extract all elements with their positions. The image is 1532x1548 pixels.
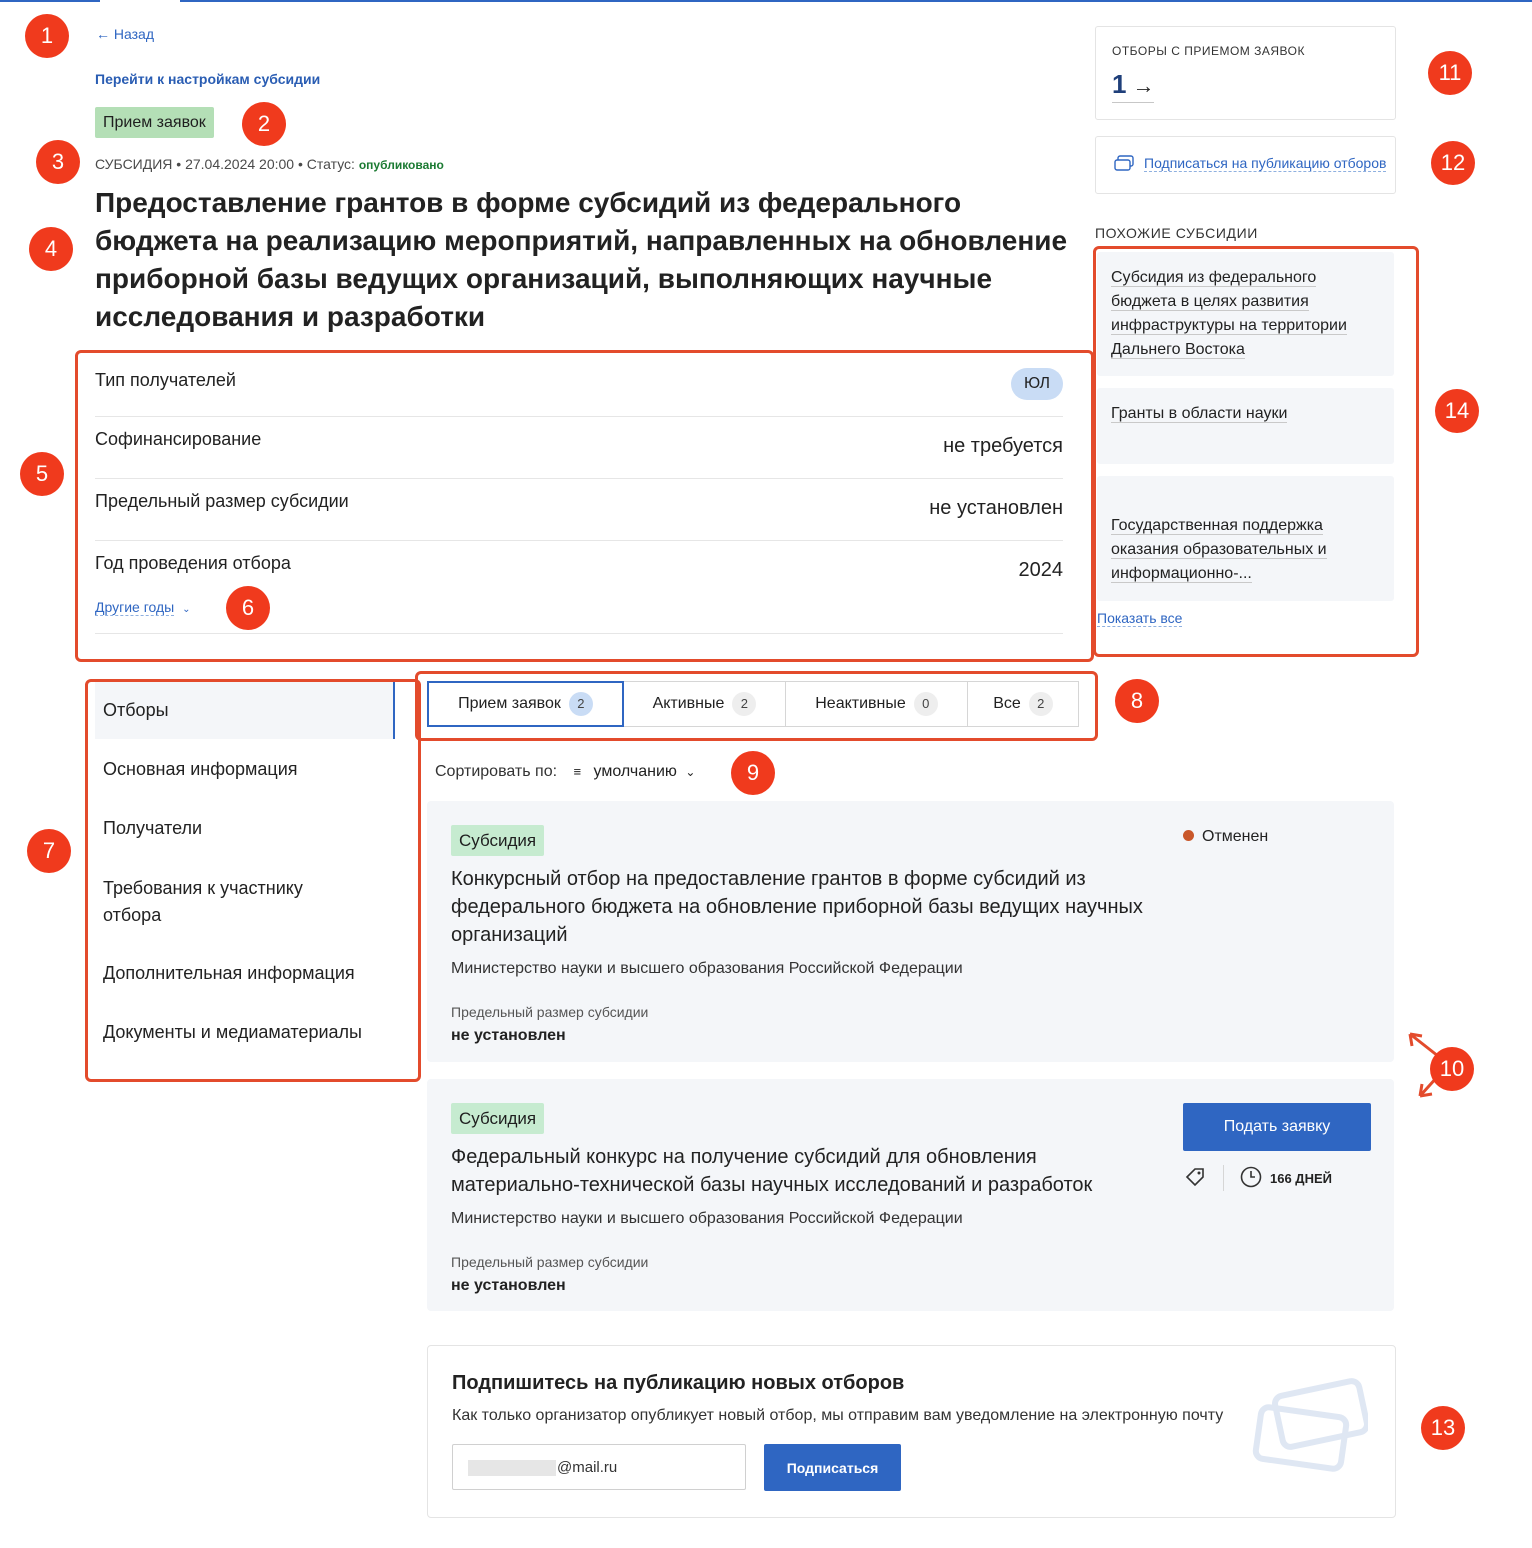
days-remaining: 166 ДНЕЙ <box>1270 1170 1332 1186</box>
subscribe-selections-link[interactable]: Подписаться на публикацию отборов <box>1144 155 1387 172</box>
top-border <box>0 0 1532 2</box>
tab-count: 2 <box>568 692 593 716</box>
selections-counter-label: ОТБОРЫ С ПРИЕМОМ ЗАЯВОК <box>1112 44 1305 58</box>
annotation-marker: 4 <box>29 227 73 271</box>
subscribe-description: Как только организатор опубликует новый … <box>452 1407 1224 1424</box>
status-badge: Прием заявок <box>95 107 214 138</box>
tab-accepting[interactable]: Прием заявок 2 <box>427 681 624 727</box>
sort-lines-icon: ≡ <box>573 764 582 779</box>
similar-subsidies-heading: ПОХОЖИЕ СУБСИДИИ <box>1095 225 1258 241</box>
clock-icon <box>1240 1166 1262 1191</box>
card-type-badge: Субсидия <box>451 1103 545 1134</box>
selection-card[interactable]: Субсидия Конкурсный отбор на предоставле… <box>427 801 1394 1062</box>
card-title[interactable]: Федеральный конкурс на получение субсиди… <box>451 1143 1151 1199</box>
selections-count: 1 <box>1112 69 1127 99</box>
annotation-marker: 11 <box>1428 51 1472 95</box>
selection-card[interactable]: Субсидия Федеральный конкурс на получени… <box>427 1079 1394 1311</box>
top-border-gap <box>100 0 180 3</box>
back-link[interactable]: ← Назад <box>96 26 154 42</box>
card-organization: Министерство науки и высшего образования… <box>451 960 963 977</box>
annotation-marker: 1 <box>25 14 69 58</box>
cards-icon <box>1114 155 1134 171</box>
sort-value: умолчанию <box>593 763 677 780</box>
subsidy-settings-link[interactable]: Перейти к настройкам субсидии <box>95 71 320 87</box>
card-limit-label: Предельный размер субсидии <box>451 1254 649 1270</box>
annotation-marker: 2 <box>242 102 286 146</box>
annotation-marker: 13 <box>1421 1406 1465 1450</box>
back-label: Назад <box>113 26 155 42</box>
card-limit-label: Предельный размер субсидии <box>451 1004 649 1020</box>
chevron-down-icon: ⌄ <box>685 765 696 779</box>
subsidy-meta: СУБСИДИЯ • 27.04.2024 20:00 • Статус: оп… <box>95 156 444 172</box>
annotation-marker: 7 <box>27 829 71 873</box>
email-redacted <box>468 1460 556 1476</box>
divider <box>1223 1165 1224 1191</box>
arrow-left-icon: ← <box>96 26 110 42</box>
page-title: Предоставление грантов в форме субсидий … <box>95 187 1068 332</box>
subscribe-selections-box[interactable]: Подписаться на публикацию отборов <box>1095 136 1396 194</box>
selections-counter-value[interactable]: 1 → <box>1112 69 1155 103</box>
card-type-badge: Субсидия <box>451 825 545 856</box>
sort-dropdown[interactable]: ≡ умолчанию ⌄ <box>574 763 696 780</box>
annotation-marker: 6 <box>226 586 270 630</box>
subscribe-panel: Подпишитесь на публикацию новых отборов … <box>427 1345 1396 1518</box>
selections-counter[interactable]: ОТБОРЫ С ПРИЕМОМ ЗАЯВОК 1 → <box>1095 26 1396 120</box>
annotation-marker: 14 <box>1435 389 1479 433</box>
subscribe-button[interactable]: Подписаться <box>764 1444 901 1491</box>
card-organization: Министерство науки и высшего образования… <box>451 1210 963 1227</box>
annotation-marker: 3 <box>36 140 80 184</box>
sort-control: Сортировать по: ≡ умолчанию ⌄ <box>435 763 695 781</box>
annotation-marker: 12 <box>1431 141 1475 185</box>
meta-datetime: 27.04.2024 20:00 <box>185 156 295 172</box>
card-status-label: Отменен <box>1202 828 1269 845</box>
meta-type: СУБСИДИЯ <box>95 156 173 172</box>
card-limit-value: не установлен <box>451 1027 566 1044</box>
annotation-box-similar <box>1093 246 1419 657</box>
annotation-marker: 5 <box>20 452 64 496</box>
cards-illustration-icon <box>1252 1378 1368 1472</box>
tab-label: Прием заявок <box>458 695 561 712</box>
subscribe-title: Подпишитесь на публикацию новых отборов <box>452 1372 905 1394</box>
card-meta-icons: 166 ДНЕЙ <box>1183 1163 1332 1193</box>
status-dot-icon <box>1183 830 1194 841</box>
annotation-box-nav <box>85 679 421 1082</box>
meta-status-label: Статус: <box>306 156 355 172</box>
annotation-marker: 9 <box>731 751 775 795</box>
apply-button[interactable]: Подать заявку <box>1183 1103 1371 1151</box>
card-title[interactable]: Конкурсный отбор на предоставление грант… <box>451 865 1151 949</box>
card-limit-value: не установлен <box>451 1277 566 1294</box>
annotation-marker: 10 <box>1430 1047 1474 1091</box>
card-status: Отменен <box>1183 828 1268 846</box>
annotation-marker: 8 <box>1115 679 1159 723</box>
tag-icon[interactable] <box>1183 1165 1207 1192</box>
sort-label: Сортировать по: <box>435 763 558 780</box>
arrow-right-icon: → <box>1132 73 1155 98</box>
meta-status-value: опубликовано <box>358 158 444 172</box>
